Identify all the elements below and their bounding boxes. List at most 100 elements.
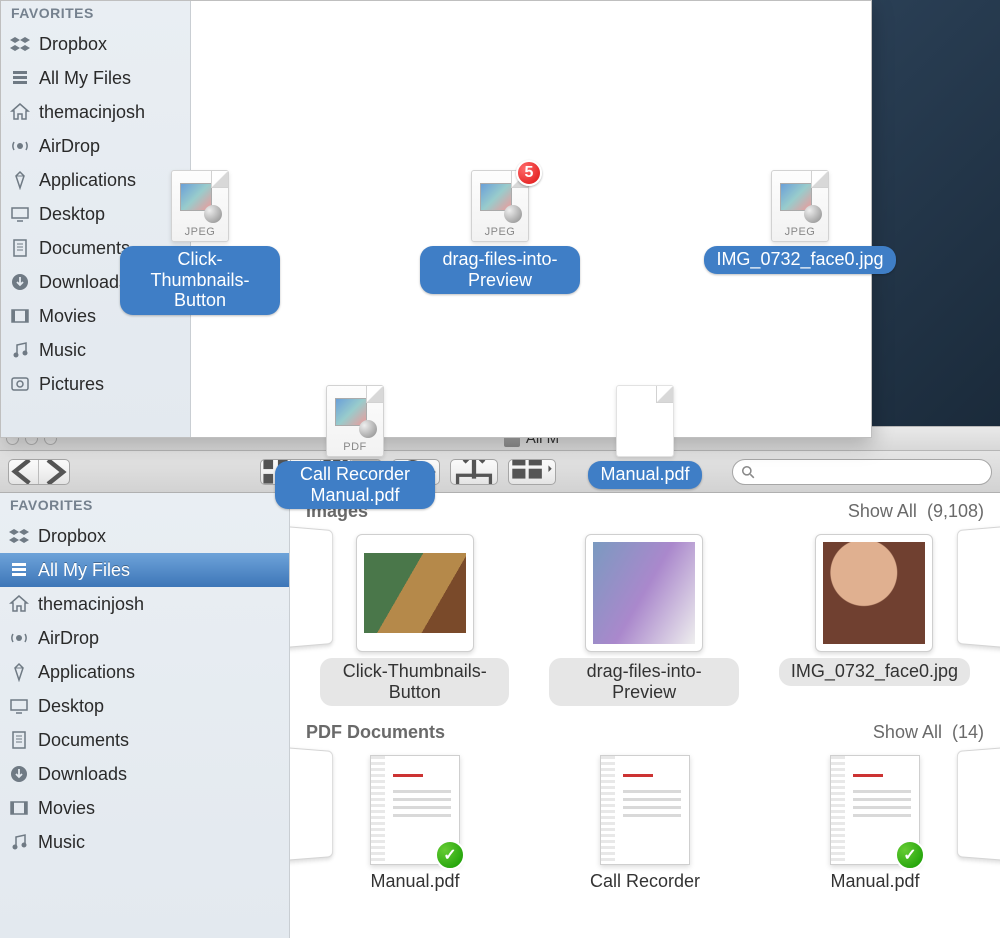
home-icon	[8, 593, 30, 615]
section-title: Images	[306, 501, 368, 522]
thumbnail	[356, 534, 474, 652]
file-name-label: Manual.pdf	[370, 871, 459, 892]
thumbnail	[585, 534, 703, 652]
column-view-button[interactable]	[321, 460, 351, 484]
sidebar-item-label: Desktop	[39, 204, 105, 225]
sidebar-front: FAVORITES Dropbox All My Files themacinjos…	[1, 1, 191, 437]
sidebar-item-label: Music	[38, 832, 85, 853]
sidebar-item-airdrop[interactable]: AirDrop	[1, 129, 190, 163]
share-icon[interactable]	[451, 460, 497, 484]
sidebar-item-movies[interactable]: Movies	[0, 791, 289, 825]
finder-window-back: All M	[0, 426, 1000, 938]
sidebar-item-desktop[interactable]: Desktop	[1, 197, 190, 231]
content-area: Images Show All (9,108) Click-Thumbnails…	[290, 493, 1000, 938]
image-item[interactable]: drag-files-into-Preview	[549, 534, 738, 706]
movies-icon	[9, 305, 31, 327]
view-switcher[interactable]	[260, 459, 382, 485]
coverflow-peek-left[interactable]	[290, 747, 333, 861]
desktop-icon	[9, 203, 31, 225]
desktop-icon	[8, 695, 30, 717]
search-field[interactable]	[732, 459, 992, 485]
section-header-images: Images Show All (9,108)	[290, 493, 1000, 528]
coverflow-view-button[interactable]	[351, 460, 381, 484]
sidebar-item-applications[interactable]: Applications	[1, 163, 190, 197]
all-files-icon	[8, 559, 30, 581]
back-button[interactable]	[9, 460, 39, 484]
pdf-item[interactable]: ✓Manual.pdf	[800, 755, 950, 892]
downloads-icon	[8, 763, 30, 785]
sidebar-item-dropbox[interactable]: Dropbox	[0, 519, 289, 553]
movies-icon	[8, 797, 30, 819]
sidebar-item-all-my-files[interactable]: All My Files	[0, 553, 289, 587]
sidebar-item-downloads[interactable]: Downloads	[1, 265, 190, 299]
sidebar-item-label: Downloads	[39, 272, 128, 293]
sidebar-item-documents[interactable]: Documents	[1, 231, 190, 265]
pdf-item[interactable]: Call Recorder	[570, 755, 720, 892]
list-view-button[interactable]	[291, 460, 321, 484]
sidebar-item-themacinjosh[interactable]: themacinjosh	[1, 95, 190, 129]
applications-icon	[9, 169, 31, 191]
image-item[interactable]: IMG_0732_face0.jpg	[779, 534, 970, 686]
sidebar-item-airdrop[interactable]: AirDrop	[0, 621, 289, 655]
search-icon	[741, 465, 755, 479]
sidebar-item-label: All My Files	[38, 560, 130, 581]
sidebar-item-label: Applications	[39, 170, 136, 191]
sidebar-item-downloads[interactable]: Downloads	[0, 757, 289, 791]
arrange-menu[interactable]	[508, 459, 556, 485]
coverflow-peek-left[interactable]	[290, 526, 333, 649]
sidebar-item-applications[interactable]: Applications	[0, 655, 289, 689]
file-name-label: drag-files-into-Preview	[549, 658, 738, 706]
thumbnail	[815, 534, 933, 652]
file-name-label: Manual.pdf	[830, 871, 919, 892]
arrange-icon[interactable]	[509, 460, 555, 484]
sidebar-item-label: All My Files	[39, 68, 131, 89]
action-menu[interactable]	[392, 459, 440, 485]
pdf-thumbnail: ✓	[830, 755, 920, 865]
sidebar-item-label: Documents	[39, 238, 130, 259]
all-files-icon	[9, 67, 31, 89]
gear-icon[interactable]	[393, 460, 439, 484]
sidebar-item-label: Dropbox	[39, 34, 107, 55]
sidebar-item-themacinjosh[interactable]: themacinjosh	[0, 587, 289, 621]
show-all-pdfs[interactable]: Show All (14)	[873, 722, 984, 743]
sidebar-item-label: Downloads	[38, 764, 127, 785]
coverflow-peek-right[interactable]	[957, 526, 1000, 649]
dropbox-icon	[9, 33, 31, 55]
sidebar-item-label: themacinjosh	[39, 102, 145, 123]
coverflow-peek-right[interactable]	[957, 747, 1000, 861]
sidebar-item-movies[interactable]: Movies	[1, 299, 190, 333]
sidebar-item-label: Desktop	[38, 696, 104, 717]
icon-view-button[interactable]	[261, 460, 291, 484]
music-icon	[8, 831, 30, 853]
sidebar-item-label: Dropbox	[38, 526, 106, 547]
nav-back-forward[interactable]	[8, 459, 70, 485]
sidebar-section-favorites: FAVORITES	[1, 1, 190, 27]
pdf-item[interactable]: ✓Manual.pdf	[340, 755, 490, 892]
sidebar-item-pictures[interactable]: Pictures	[1, 367, 190, 401]
section-title: PDF Documents	[306, 722, 445, 743]
image-item[interactable]: Click-Thumbnails-Button	[320, 534, 509, 706]
section-header-pdfs: PDF Documents Show All (14)	[290, 714, 1000, 749]
file-icon-area[interactable]	[191, 1, 871, 437]
finder-window-front: FAVORITES Dropbox All My Files themacinjos…	[0, 0, 872, 438]
sidebar-item-music[interactable]: Music	[0, 825, 289, 859]
sidebar-back: FAVORITES DropboxAll My Filesthemacinjos…	[0, 493, 290, 938]
home-icon	[9, 101, 31, 123]
sidebar-item-all-my-files[interactable]: All My Files	[1, 61, 190, 95]
sidebar-item-music[interactable]: Music	[1, 333, 190, 367]
show-all-images[interactable]: Show All (9,108)	[848, 501, 984, 522]
sidebar-item-label: Documents	[38, 730, 129, 751]
airdrop-icon	[9, 135, 31, 157]
file-name-label: Call Recorder	[590, 871, 700, 892]
sidebar-item-dropbox[interactable]: Dropbox	[1, 27, 190, 61]
sidebar-item-label: Movies	[39, 306, 96, 327]
toolbar	[0, 451, 1000, 493]
sidebar-item-desktop[interactable]: Desktop	[0, 689, 289, 723]
desktop-background	[870, 0, 1000, 438]
sidebar-item-label: Pictures	[39, 374, 104, 395]
share-menu[interactable]	[450, 459, 498, 485]
sidebar-item-label: Applications	[38, 662, 135, 683]
checkmark-badge: ✓	[895, 840, 925, 870]
sidebar-item-documents[interactable]: Documents	[0, 723, 289, 757]
forward-button[interactable]	[39, 460, 69, 484]
